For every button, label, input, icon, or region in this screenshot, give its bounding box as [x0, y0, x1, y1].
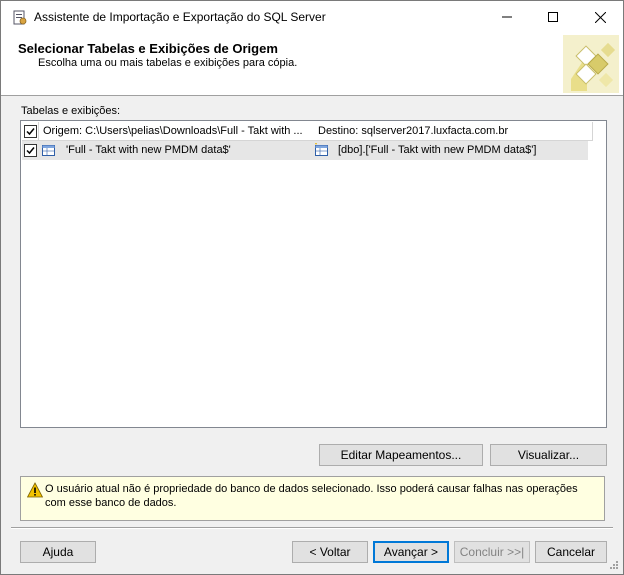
minimize-icon [502, 16, 512, 18]
row-checkbox[interactable] [24, 144, 37, 157]
wizard-banner-icon [563, 35, 619, 93]
destination-column-header[interactable]: Destino: sqlserver2017.luxfacta.com.br [313, 122, 593, 141]
warning-icon [27, 482, 43, 498]
select-all-header[interactable] [22, 122, 39, 141]
row-destination-name: [dbo].['Full - Takt with new PMDM data$'… [338, 144, 537, 156]
maximize-icon [548, 12, 558, 22]
checkmark-icon [25, 127, 35, 135]
finish-button[interactable]: Concluir >>| [454, 541, 530, 563]
warning-message: O usuário atual não é propriedade do ban… [20, 476, 605, 521]
page-title: Selecionar Tabelas e Exibições de Origem [18, 41, 278, 56]
tables-section-label: Tabelas e exibições: [21, 105, 121, 117]
sql-wizard-app-icon [13, 10, 27, 25]
resize-grip-icon[interactable] [609, 560, 619, 570]
source-column-header[interactable]: Origem: C:\Users\pelias\Downloads\Full -… [39, 122, 316, 141]
footer-divider [11, 527, 613, 529]
maximize-button[interactable] [530, 1, 576, 33]
preview-button[interactable]: Visualizar... [490, 444, 607, 466]
title-bar[interactable]: Assistente de Importação e Exportação do… [1, 1, 623, 33]
wizard-header: Selecionar Tabelas e Exibições de Origem… [1, 33, 623, 96]
row-source-name: 'Full - Takt with new PMDM data$' [66, 144, 231, 156]
next-button[interactable]: Avançar > [373, 541, 449, 563]
cancel-button[interactable]: Cancelar [535, 541, 607, 563]
wizard-window: Assistente de Importação e Exportação do… [0, 0, 624, 575]
new-table-icon [315, 143, 328, 156]
select-all-checkbox[interactable] [23, 124, 37, 138]
help-button[interactable]: Ajuda [20, 541, 96, 563]
close-button[interactable] [577, 1, 623, 33]
back-button[interactable]: < Voltar [292, 541, 368, 563]
minimize-button[interactable] [484, 1, 530, 33]
table-icon [42, 145, 55, 156]
edit-mappings-button[interactable]: Editar Mapeamentos... [319, 444, 483, 466]
table-row[interactable]: 'Full - Takt with new PMDM data$' [dbo].… [22, 141, 588, 160]
page-subtitle: Escolha uma ou mais tabelas e exibições … [38, 57, 298, 69]
window-title: Assistente de Importação e Exportação do… [34, 10, 326, 24]
tables-list[interactable]: Origem: C:\Users\pelias\Downloads\Full -… [20, 120, 607, 428]
checkmark-icon [26, 147, 35, 155]
warning-text: O usuário atual não é propriedade do ban… [45, 483, 578, 509]
close-icon [594, 11, 606, 23]
